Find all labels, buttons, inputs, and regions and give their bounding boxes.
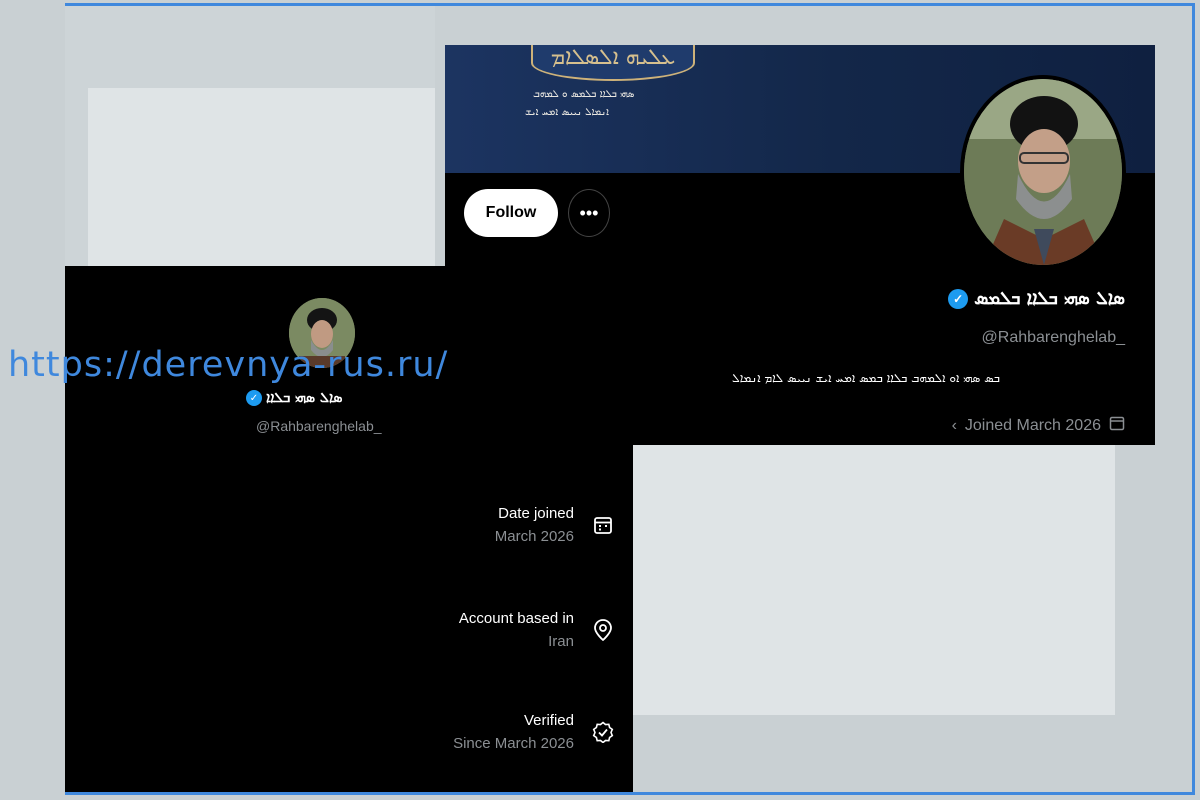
profile-handle: @Rahbarenghelab_: [981, 329, 1125, 346]
profile-card: ܥܠܝܗ ܐܠܣܠܐܡ ܣܗܝ ܒܠܐܐ ܒܠܡܣ ܘ ܠܡܗܒ ܐܢܡܐܠ ܢ…: [445, 45, 1155, 445]
small-name-row: ✓ ܣܐܠ ܣܗܝ ܒܠܐܐ: [246, 390, 342, 406]
joined-text: Joined March 2026: [964, 416, 1101, 434]
profile-avatar[interactable]: [960, 75, 1126, 269]
verified-badge-icon: ✓: [246, 390, 262, 406]
banner-caption-1: ܣܗܝ ܒܠܐܐ ܒܠܡܣ ܘ ܠܡܗܒ: [533, 89, 635, 100]
calendar-icon: [1109, 415, 1125, 436]
about-label: Account based in: [458, 610, 574, 627]
verified-seal-icon: [592, 721, 614, 743]
verified-badge-icon: ✓: [948, 288, 969, 309]
background-panel-right: [633, 445, 1115, 715]
about-value: Iran: [548, 633, 574, 650]
display-name-row: ✓ ܣܐܠ ܣܗܝ ܒܠܐܐ ܒܠܡܣ: [948, 288, 1125, 309]
display-name: ܣܐܠ ܣܗܝ ܒܠܐܐ ܒܠܡܣ: [974, 288, 1125, 309]
small-display-name: ܣܐܠ ܣܗܝ ܒܠܐܐ: [266, 390, 343, 406]
watermark-url[interactable]: https://derevnya-rus.ru/: [8, 345, 448, 385]
background-panel-inner: [88, 88, 435, 266]
follow-button[interactable]: Follow: [464, 189, 558, 237]
chevron-left-icon: ‹: [951, 416, 957, 434]
about-value: Since March 2026: [453, 735, 574, 752]
about-label: Date joined: [498, 505, 574, 522]
profile-bio: ܒܣ ܣܗܝ ܐܘ ܐܠܡܗܒ ܒܠܐܐ ܒܡܣ ܐܡܚ ܐܝܫ ܢܝܝܣ ܠܐ…: [731, 371, 1000, 385]
calendar-icon: [592, 514, 614, 536]
ellipsis-icon: •••: [579, 202, 599, 223]
banner-caption-2: ܐܢܡܐܠ ܢܝܝܣ ܐܡܚ ܐܝܫ: [525, 107, 609, 118]
about-item-date-joined: Date joined March 2026: [495, 505, 614, 545]
location-pin-icon: [592, 619, 614, 641]
frame-bottom-line: [65, 792, 1195, 795]
small-handle: @Rahbarenghelab_: [256, 418, 382, 434]
frame-right-line: [1192, 3, 1195, 795]
about-label: Verified: [523, 712, 574, 729]
joined-row[interactable]: ‹ Joined March 2026: [952, 415, 1125, 436]
about-item-verified: Verified Since March 2026: [453, 712, 614, 752]
banner-ornament: ܥܠܝܗ ܐܠܣܠܐܡ: [531, 45, 695, 81]
about-item-location: Account based in Iran: [459, 610, 614, 650]
about-value: March 2026: [494, 528, 574, 545]
more-options-button[interactable]: •••: [568, 189, 610, 237]
